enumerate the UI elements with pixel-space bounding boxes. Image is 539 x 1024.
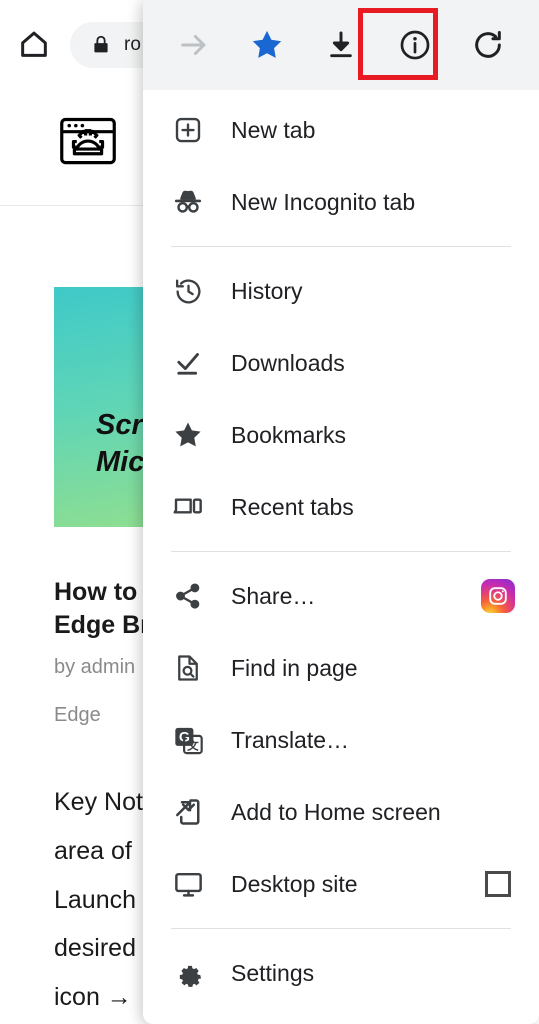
menu-item-label: Downloads	[231, 349, 345, 376]
star-icon	[249, 27, 285, 63]
menu-item-add-to-home-screen[interactable]: Add to Home screen	[143, 776, 539, 848]
menu-item-trailing	[481, 418, 515, 452]
overflow-menu: New tab New Incognito tab History Downlo…	[143, 0, 539, 1024]
menu-item-history[interactable]: History	[143, 255, 539, 327]
menu-item-label: Share…	[231, 582, 316, 609]
share-icon	[171, 579, 205, 613]
site-logo-icon	[58, 112, 118, 172]
desktop-monitor-icon	[171, 867, 205, 901]
hero-title: Scr Mic	[96, 409, 145, 479]
downloads-check-icon	[171, 346, 205, 380]
menu-item-label: Translate…	[231, 726, 350, 753]
menu-item-label: Bookmarks	[231, 421, 347, 448]
menu-item-label: Settings	[231, 959, 315, 986]
menu-toolbar-row	[143, 0, 539, 90]
menu-item-label: Desktop site	[231, 870, 358, 897]
article-category[interactable]: Edge	[54, 704, 101, 727]
menu-item-settings[interactable]: Settings	[143, 937, 539, 1009]
menu-item-bookmarks[interactable]: Bookmarks	[143, 399, 539, 471]
menu-item-find-in-page[interactable]: Find in page	[143, 632, 539, 704]
address-bar-text: ro	[124, 34, 141, 55]
menu-item-trailing	[481, 113, 515, 147]
reload-icon	[471, 28, 505, 62]
download-button[interactable]	[313, 17, 369, 73]
recent-tabs-devices-icon	[171, 490, 205, 524]
desktop-site-checkbox[interactable]	[481, 867, 515, 901]
bookmark-star-button[interactable]	[239, 17, 295, 73]
info-circle-icon	[398, 28, 432, 62]
star-filled-icon	[171, 418, 205, 452]
menu-item-label: Find in page	[231, 654, 358, 681]
menu-item-trailing	[481, 185, 515, 219]
article-byline: by admin	[54, 656, 136, 678]
arrow-forward-icon	[177, 28, 211, 62]
checkbox-unchecked-icon	[485, 871, 511, 897]
home-icon	[17, 27, 51, 61]
page-info-button[interactable]	[387, 17, 443, 73]
gear-icon	[171, 956, 205, 990]
menu-item-trailing	[481, 795, 515, 829]
svg-text:文: 文	[187, 738, 199, 752]
menu-item-trailing	[481, 346, 515, 380]
menu-item-trailing	[481, 651, 515, 685]
menu-item-share[interactable]: Share…	[143, 560, 539, 632]
screen-root: ro Scr Mic How to T Edge Bro by admin Ed…	[0, 0, 539, 1024]
history-clock-icon	[171, 274, 205, 308]
menu-item-new-incognito-tab[interactable]: New Incognito tab	[143, 166, 539, 238]
menu-item-trailing	[481, 723, 515, 757]
new-tab-plus-icon	[171, 113, 205, 147]
find-in-page-icon	[171, 651, 205, 685]
menu-item-trailing[interactable]	[481, 579, 515, 613]
home-button[interactable]	[12, 22, 56, 66]
menu-item-label: History	[231, 277, 303, 304]
menu-item-label: Recent tabs	[231, 493, 354, 520]
menu-item-trailing	[481, 956, 515, 990]
menu-item-trailing	[481, 490, 515, 524]
reload-button[interactable]	[460, 17, 516, 73]
forward-button[interactable]	[166, 17, 222, 73]
menu-item-desktop-site[interactable]: Desktop site	[143, 848, 539, 920]
menu-item-label: Add to Home screen	[231, 798, 441, 825]
incognito-icon	[171, 185, 205, 219]
add-to-home-screen-icon	[171, 795, 205, 829]
menu-separator	[171, 246, 511, 247]
instagram-icon[interactable]	[481, 579, 515, 613]
translate-icon: G 文	[171, 723, 205, 757]
menu-item-translate[interactable]: G 文 Translate…	[143, 704, 539, 776]
menu-item-label: New tab	[231, 116, 316, 143]
menu-item-list: New tab New Incognito tab History Downlo…	[143, 90, 539, 1024]
download-icon	[325, 29, 357, 61]
menu-item-recent-tabs[interactable]: Recent tabs	[143, 471, 539, 543]
menu-item-trailing	[481, 274, 515, 308]
lock-icon	[90, 34, 112, 56]
menu-separator	[171, 928, 511, 929]
menu-separator	[171, 551, 511, 552]
menu-item-help-and-feedback[interactable]: Help & feedback	[143, 1009, 539, 1024]
menu-item-new-tab[interactable]: New tab	[143, 94, 539, 166]
menu-item-downloads[interactable]: Downloads	[143, 327, 539, 399]
menu-item-label: New Incognito tab	[231, 188, 416, 215]
